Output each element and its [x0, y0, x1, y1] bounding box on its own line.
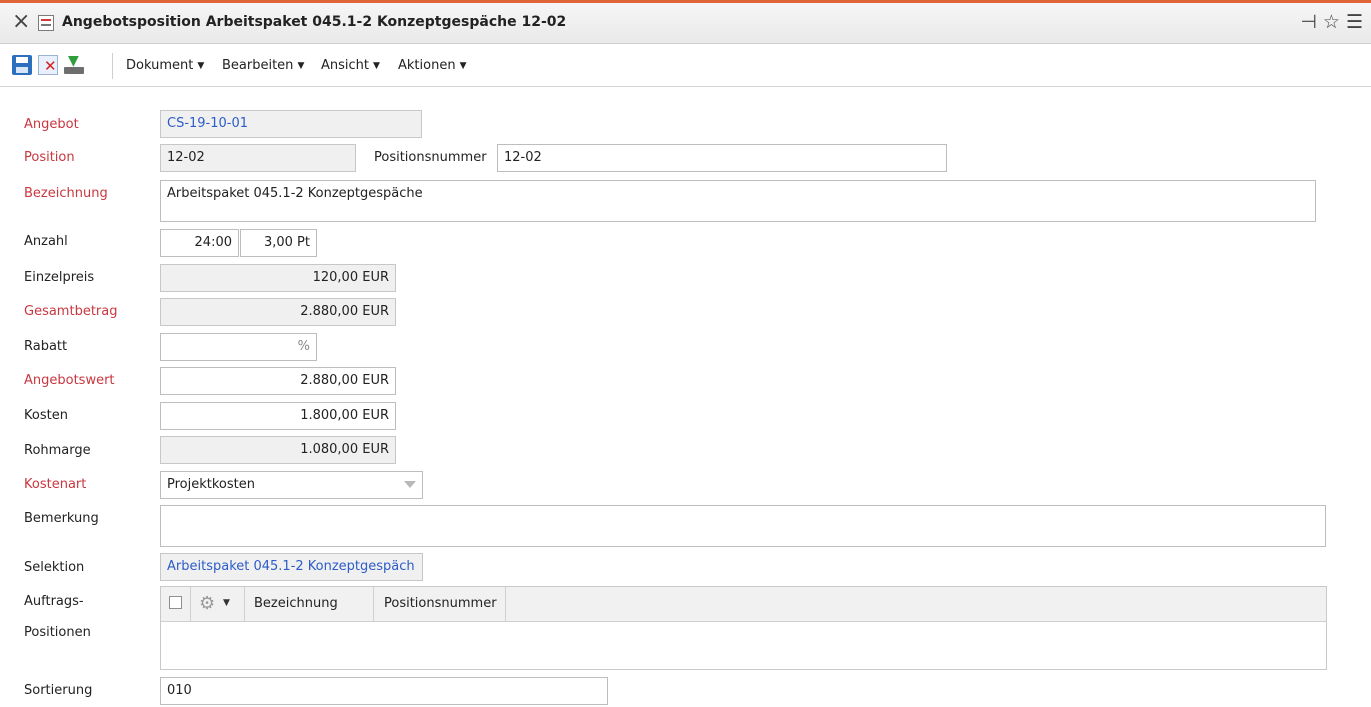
document-icon — [38, 15, 54, 31]
table-header: ⚙ ▼ Bezeichnung Positionsnummer — [161, 587, 1326, 622]
auftragspositionen-table: ⚙ ▼ Bezeichnung Positionsnummer — [160, 586, 1327, 670]
angebotswert-field[interactable]: 2.880,00 EUR — [160, 367, 396, 395]
position-label: Position — [24, 150, 75, 165]
menu-ansicht-label: Ansicht — [321, 58, 370, 73]
kostenart-value: Projektkosten — [167, 477, 255, 492]
star-icon[interactable]: ☆ — [1323, 11, 1340, 33]
save-icon[interactable] — [12, 55, 32, 75]
menu-dokument[interactable]: Dokument ▼ — [126, 58, 204, 73]
pin-icon[interactable]: ⊣ — [1300, 11, 1317, 33]
kosten-label: Kosten — [24, 408, 68, 423]
kosten-field[interactable]: 1.800,00 EUR — [160, 402, 396, 430]
positionsnummer-label: Positionsnummer — [374, 150, 487, 165]
kostenart-select[interactable]: Projektkosten — [160, 471, 423, 499]
chevron-down-icon: ▼ — [373, 61, 380, 71]
select-all-checkbox[interactable] — [169, 596, 182, 609]
column-divider — [244, 587, 245, 621]
rohmarge-label: Rohmarge — [24, 443, 91, 458]
positionsnummer-field[interactable]: 12-02 — [497, 144, 947, 172]
menu-dokument-label: Dokument — [126, 58, 194, 73]
close-icon[interactable]: × — [12, 11, 32, 33]
rabatt-field[interactable]: % — [160, 333, 317, 361]
menu-aktionen-label: Aktionen — [398, 58, 456, 73]
gesamtbetrag-label: Gesamtbetrag — [24, 304, 118, 319]
discard-icon[interactable] — [38, 55, 58, 75]
einzelpreis-field[interactable]: 120,00 EUR — [160, 264, 396, 292]
bezeichnung-label: Bezeichnung — [24, 186, 108, 201]
toolbar-divider — [112, 53, 113, 79]
hamburger-menu-icon[interactable]: ☰ — [1346, 11, 1363, 33]
column-header-bezeichnung[interactable]: Bezeichnung — [254, 596, 338, 611]
title-actions: ⊣ ☆ ☰ — [1300, 11, 1363, 33]
chevron-down-icon[interactable]: ▼ — [223, 598, 230, 608]
column-divider — [190, 587, 191, 621]
kostenart-label: Kostenart — [24, 477, 87, 492]
bemerkung-field[interactable] — [160, 505, 1326, 547]
gesamtbetrag-field[interactable]: 2.880,00 EUR — [160, 298, 396, 326]
column-header-positionsnummer[interactable]: Positionsnummer — [384, 596, 497, 611]
angebot-label: Angebot — [24, 117, 79, 132]
title-bar: × Angebotsposition Arbeitspaket 045.1-2 … — [0, 3, 1371, 44]
angebot-field[interactable]: CS-19-10-01 — [160, 110, 422, 138]
selektion-label: Selektion — [24, 560, 85, 575]
einzelpreis-label: Einzelpreis — [24, 270, 95, 285]
menu-aktionen[interactable]: Aktionen ▼ — [398, 58, 466, 73]
menu-bearbeiten[interactable]: Bearbeiten ▼ — [222, 58, 304, 73]
sortierung-field[interactable]: 010 — [160, 677, 608, 705]
bezeichnung-field[interactable]: Arbeitspaket 045.1-2 Konzeptgespäche — [160, 180, 1316, 222]
toolbar: Dokument▼ Bearbeiten▼ Ansicht▼ Aktionen▼ — [0, 44, 1371, 87]
export-icon[interactable] — [64, 53, 84, 75]
angebotswert-label: Angebotswert — [24, 373, 115, 388]
menu-ansicht[interactable]: Ansicht ▼ — [321, 58, 380, 73]
window-title: Angebotsposition Arbeitspaket 045.1-2 Ko… — [62, 14, 567, 30]
anzahl-points-field[interactable]: 3,00 Pt — [240, 229, 317, 257]
sortierung-label: Sortierung — [24, 683, 93, 698]
chevron-down-icon: ▼ — [459, 61, 467, 71]
chevron-down-icon: ▼ — [197, 61, 205, 71]
anzahl-hours-field[interactable]: 24:00 — [160, 229, 239, 257]
rabatt-percent-unit: % — [297, 339, 310, 354]
dropdown-arrow-icon[interactable] — [404, 481, 416, 488]
auftragspositionen-label-line1: Auftrags- — [24, 594, 84, 609]
rabatt-label: Rabatt — [24, 339, 68, 354]
chevron-down-icon: ▼ — [297, 61, 305, 71]
rohmarge-field[interactable]: 1.080,00 EUR — [160, 436, 396, 464]
menu-bearbeiten-label: Bearbeiten — [222, 58, 294, 73]
anzahl-label: Anzahl — [24, 234, 68, 249]
position-field[interactable]: 12-02 — [160, 144, 356, 172]
column-divider — [373, 587, 374, 621]
column-divider — [505, 587, 506, 621]
gear-icon[interactable]: ⚙ — [199, 593, 215, 614]
bemerkung-label: Bemerkung — [24, 511, 99, 526]
auftragspositionen-label-line2: Positionen — [24, 625, 91, 640]
selektion-field[interactable]: Arbeitspaket 045.1-2 Konzeptgespäch — [160, 553, 423, 581]
